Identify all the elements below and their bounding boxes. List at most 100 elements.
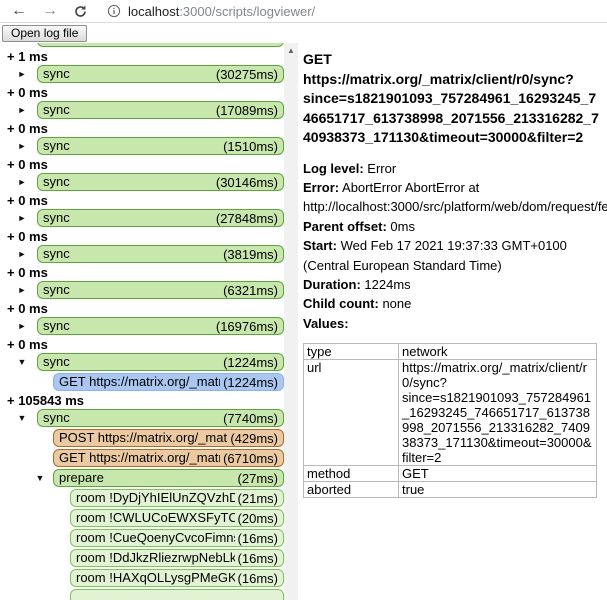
url-path: :3000/scripts/logviewer/ [179, 4, 315, 19]
expand-arrow-icon[interactable]: ► [16, 281, 28, 299]
log-entry-partial[interactable] [70, 589, 284, 600]
collapse-arrow-icon[interactable]: ▼ [16, 409, 28, 427]
log-entry-label: POST https://matrix.org/_matri… [59, 430, 227, 446]
log-entry[interactable]: room !DdJkzRliezrwpNebLk:…(16ms) [70, 549, 284, 567]
tree-row: ► sync(27848ms) [0, 209, 284, 227]
log-entry-duration: (20ms) [235, 511, 278, 526]
tree-row: ▼ prepare(27ms) [0, 469, 284, 487]
values-table-row: abortedtrue [304, 482, 597, 498]
open-log-file-button[interactable]: Open log file [2, 25, 87, 42]
tree-row: room !DdJkzRliezrwpNebLk:…(16ms) [0, 549, 284, 567]
expand-arrow-icon[interactable]: ► [16, 317, 28, 335]
tree-row: ► sync(3819ms) [0, 245, 284, 263]
expand-arrow-icon[interactable]: ► [16, 101, 28, 119]
expand-arrow-icon[interactable]: ► [16, 137, 28, 155]
tree-row: POST https://matrix.org/_matri…(429ms) [0, 429, 284, 447]
expand-arrow-icon[interactable]: ► [16, 173, 28, 191]
log-entry[interactable]: room !CWLUCoEWXSFyTC…(20ms) [70, 509, 284, 527]
log-entry-label: sync [43, 410, 220, 426]
log-entry-label: sync [43, 282, 220, 298]
log-entry[interactable]: POST https://matrix.org/_matri…(429ms) [53, 429, 284, 447]
tree-row: room !CWLUCoEWXSFyTC…(20ms) [0, 509, 284, 527]
log-entry-duration: (6710ms) [220, 451, 278, 466]
tree-row: ► sync(1510ms) [0, 137, 284, 155]
detail-fields: Log level: ErrorError: AbortError AbortE… [303, 159, 600, 334]
value-content: https://matrix.org/_matrix/client/r0/syn… [399, 360, 597, 466]
reload-icon[interactable] [73, 4, 88, 19]
log-tree: + 1 ms►sync(30275ms)+ 0 ms►sync(17089ms)… [0, 43, 284, 600]
browser-toolbar: ← → localhost:3000/scripts/logviewer/ [0, 0, 607, 23]
log-entry[interactable]: GET https://matrix.org/_matri…(1224ms) [53, 373, 284, 391]
tree-row: ► sync(17089ms) [0, 101, 284, 119]
log-entry-duration: (6321ms) [220, 283, 278, 298]
value-content: network [399, 344, 597, 360]
log-entry-label: sync [43, 354, 220, 370]
log-entry[interactable]: prepare(27ms) [53, 469, 284, 487]
url-host: localhost [128, 4, 179, 19]
values-table-row: typenetwork [304, 344, 597, 360]
site-info-icon[interactable] [107, 4, 121, 18]
values-table-row: methodGET [304, 466, 597, 482]
log-entry-duration: (16ms) [235, 551, 278, 566]
detail-field-label: Start: [303, 238, 337, 253]
log-entry-label: sync [43, 246, 220, 262]
detail-field: Error: AbortError AbortError at http://l… [303, 178, 600, 217]
tree-scrollbar[interactable]: ▲ [284, 43, 298, 600]
log-entry-duration: (1224ms) [220, 375, 278, 390]
detail-field-label: Values: [303, 316, 349, 331]
values-table-row: urlhttps://matrix.org/_matrix/client/r0/… [304, 360, 597, 466]
log-entry-label: prepare [59, 470, 235, 486]
values-table-body: typenetworkurlhttps://matrix.org/_matrix… [304, 344, 597, 498]
detail-field: Parent offset: 0ms [303, 217, 600, 236]
collapse-arrow-icon[interactable]: ▼ [34, 469, 46, 487]
collapse-arrow-icon[interactable]: ▼ [16, 353, 28, 371]
forward-icon[interactable]: → [42, 3, 58, 19]
tree-row: room !DyDjYhIElUnZQVzhD…(21ms) [0, 489, 284, 507]
back-icon[interactable]: ← [11, 3, 27, 19]
log-entry[interactable]: sync(16976ms) [37, 317, 284, 335]
log-entry-duration: (7740ms) [220, 411, 278, 426]
log-entry-label: GET https://matrix.org/_matri… [59, 450, 220, 466]
log-entry[interactable]: sync(1224ms) [37, 353, 284, 371]
scroll-up-icon[interactable]: ▲ [284, 43, 298, 56]
tree-offset-label: + 105843 ms [0, 393, 284, 408]
values-table: typenetworkurlhttps://matrix.org/_matrix… [303, 343, 597, 498]
log-entry[interactable]: sync(7740ms) [37, 409, 284, 427]
tree-row: ► sync(30275ms) [0, 65, 284, 83]
log-entry-partial[interactable] [37, 43, 284, 47]
log-entry-label: sync [43, 102, 213, 118]
log-entry[interactable]: sync(6321ms) [37, 281, 284, 299]
log-entry[interactable]: room !CueQoenyCvcoFimnsf…(16ms) [70, 529, 284, 547]
detail-field: Child count: none [303, 294, 600, 313]
value-key: aborted [304, 482, 399, 498]
log-entry-duration: (16ms) [235, 531, 278, 546]
log-entry-duration: (30275ms) [213, 67, 278, 82]
tree-row: ▼ sync(7740ms) [0, 409, 284, 427]
log-entry-label: sync [43, 174, 213, 190]
tree-offset-label: + 0 ms [0, 85, 284, 100]
log-entry-label: sync [43, 318, 213, 334]
log-entry-label: room !CWLUCoEWXSFyTC… [76, 510, 235, 526]
log-entry[interactable]: room !HAXqOLLysgPMeGKh…(16ms) [70, 569, 284, 587]
log-entry[interactable]: GET https://matrix.org/_matri…(6710ms) [53, 449, 284, 467]
log-entry[interactable]: sync(30146ms) [37, 173, 284, 191]
tree-offset-label: + 0 ms [0, 193, 284, 208]
expand-arrow-icon[interactable]: ► [16, 65, 28, 83]
address-bar[interactable]: localhost:3000/scripts/logviewer/ [128, 4, 315, 19]
tree-row: GET https://matrix.org/_matri…(6710ms) [0, 449, 284, 467]
expand-arrow-icon[interactable]: ► [16, 209, 28, 227]
tree-row: ► sync(6321ms) [0, 281, 284, 299]
tree-row: ► sync(30146ms) [0, 173, 284, 191]
detail-field-label: Duration: [303, 277, 361, 292]
log-entry-label: room !HAXqOLLysgPMeGKh… [76, 570, 235, 586]
expand-arrow-icon[interactable]: ► [16, 245, 28, 263]
log-entry[interactable]: room !DyDjYhIElUnZQVzhD…(21ms) [70, 489, 284, 507]
log-entry-duration: (429ms) [227, 431, 278, 446]
log-entry[interactable]: sync(1510ms) [37, 137, 284, 155]
log-entry[interactable]: sync(3819ms) [37, 245, 284, 263]
log-entry[interactable]: sync(17089ms) [37, 101, 284, 119]
detail-field-label: Child count: [303, 296, 379, 311]
log-entry[interactable]: sync(30275ms) [37, 65, 284, 83]
log-entry[interactable]: sync(27848ms) [37, 209, 284, 227]
tree-offset-label: + 1 ms [0, 49, 284, 64]
